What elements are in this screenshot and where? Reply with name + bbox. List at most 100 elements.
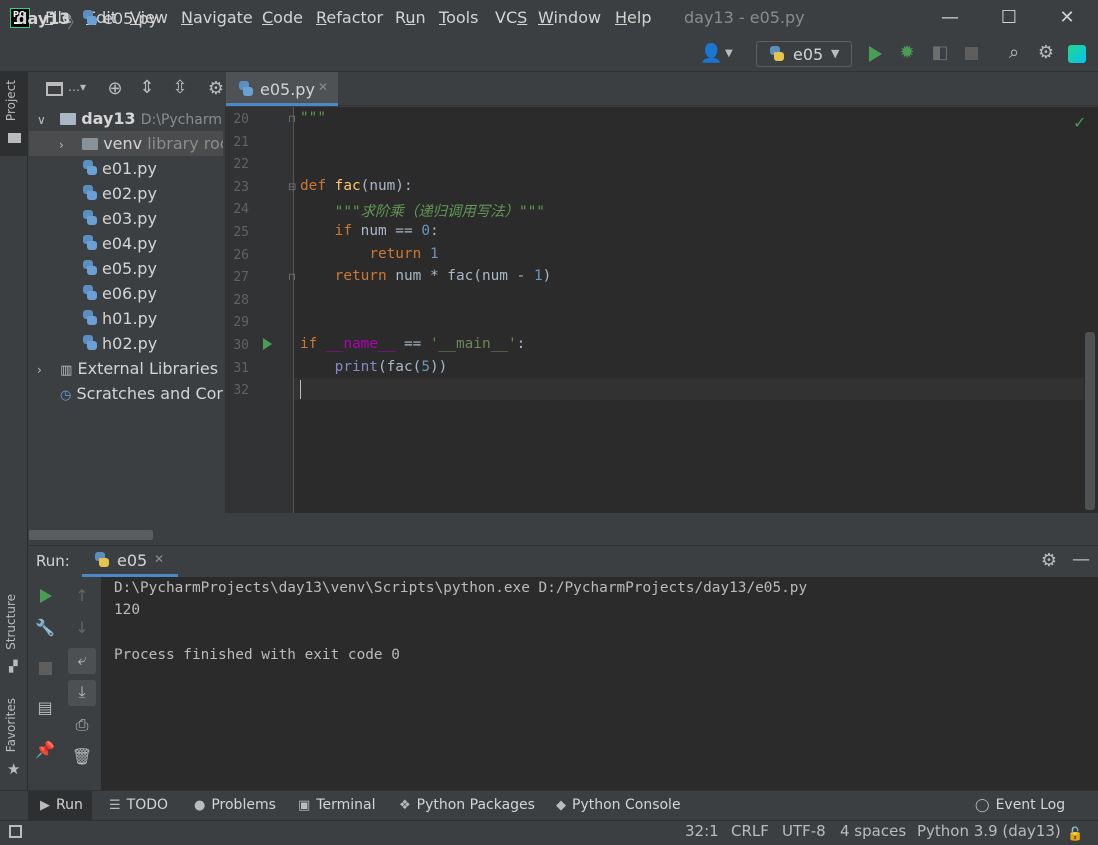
gear-icon[interactable]: ⚙ bbox=[1035, 42, 1057, 63]
arrow-up-icon[interactable]: ↑ bbox=[71, 586, 93, 605]
user-chevron-down-icon[interactable]: ▼ bbox=[725, 48, 733, 59]
rerun-icon[interactable] bbox=[40, 589, 52, 603]
fold-icon[interactable]: ⊟ bbox=[288, 182, 296, 193]
editor-tab-e05[interactable]: e05.py ✕ bbox=[226, 72, 338, 106]
line-number: 20 bbox=[233, 112, 249, 127]
structure-tool-label[interactable]: Structure bbox=[4, 594, 18, 650]
status-caret-position[interactable]: 32:1 bbox=[685, 822, 719, 840]
bottom-tab-problems-label: Problems bbox=[211, 797, 276, 813]
expand-all-icon[interactable]: ⇕ bbox=[136, 77, 158, 98]
maximize-icon[interactable]: ☐ bbox=[997, 6, 1021, 30]
menu-tools[interactable]: Tools bbox=[439, 8, 478, 27]
status-indent[interactable]: 4 spaces bbox=[840, 822, 906, 840]
menu-refactor[interactable]: Refactor bbox=[316, 8, 383, 27]
inspection-ok-icon[interactable]: ✓ bbox=[1073, 113, 1086, 132]
tab-close-icon[interactable]: ✕ bbox=[318, 80, 328, 94]
gear-icon[interactable]: ⚙ bbox=[1038, 550, 1060, 571]
locate-file-icon[interactable]: ⊕ bbox=[104, 78, 126, 99]
tree-row-file[interactable]: e04.py bbox=[29, 231, 223, 256]
bottom-tab-python-console[interactable]: ◆ Python Console bbox=[556, 797, 681, 813]
run-gutter-icon[interactable] bbox=[263, 338, 272, 350]
fold-icon[interactable]: ⊓ bbox=[288, 272, 296, 283]
python-console-icon: ◆ bbox=[556, 798, 566, 813]
status-encoding[interactable]: UTF-8 bbox=[782, 822, 826, 840]
tree-row-file[interactable]: e02.py bbox=[29, 181, 223, 206]
left-tool-strip bbox=[0, 72, 28, 790]
lock-icon[interactable]: 🔓 bbox=[1067, 827, 1083, 842]
layout-icon[interactable]: ▤ bbox=[34, 698, 56, 717]
tree-row-root[interactable]: ∨ day13 D:\PycharmProjects\day13 bbox=[29, 106, 223, 131]
pin-icon[interactable]: 📌 bbox=[34, 740, 56, 759]
run-config-select[interactable]: e05 ▼ bbox=[756, 41, 852, 67]
close-icon[interactable]: ✕ bbox=[1055, 6, 1079, 30]
breadcrumb-file[interactable]: e05.py bbox=[82, 9, 158, 28]
tree-row-file[interactable]: e01.py bbox=[29, 156, 223, 181]
bottom-tab-event-log[interactable]: ◯ Event Log bbox=[975, 797, 1065, 813]
tree-row-venv[interactable]: › venv library root bbox=[29, 131, 223, 156]
print-icon[interactable]: ⎙ bbox=[71, 715, 93, 735]
view-mode-icon[interactable] bbox=[46, 82, 63, 96]
coverage-icon[interactable]: ◧ bbox=[929, 42, 951, 63]
folder-icon bbox=[60, 113, 77, 125]
tree-row-file[interactable]: e03.py bbox=[29, 206, 223, 231]
menu-code[interactable]: Code bbox=[262, 8, 303, 27]
bottom-tab-run[interactable]: ▶ Run bbox=[40, 797, 83, 813]
arrow-down-icon[interactable]: ↓ bbox=[71, 618, 93, 637]
favorites-tool-label[interactable]: Favorites bbox=[4, 698, 18, 752]
chevron-right-icon: › bbox=[37, 363, 42, 377]
jetbrains-toolbox-icon[interactable] bbox=[1068, 45, 1086, 63]
minimize-icon[interactable]: — bbox=[938, 6, 962, 30]
user-icon[interactable]: 👤 bbox=[700, 43, 722, 64]
tree-row-file[interactable]: h01.py bbox=[29, 306, 223, 331]
bottom-tab-problems[interactable]: ● Problems bbox=[194, 797, 276, 813]
project-horizontal-scrollbar[interactable] bbox=[29, 530, 153, 540]
tab-close-icon[interactable]: ✕ bbox=[154, 552, 164, 566]
bottom-tab-python-packages[interactable]: ❖ Python Packages bbox=[399, 797, 535, 813]
file-label: h02.py bbox=[102, 334, 158, 353]
tree-row-file[interactable]: h02.py bbox=[29, 331, 223, 356]
menu-window[interactable]: Window bbox=[538, 8, 601, 27]
file-label: e02.py bbox=[102, 184, 157, 203]
terminal-icon: ▣ bbox=[298, 798, 311, 813]
project-tool-label[interactable]: Project bbox=[4, 80, 18, 121]
breadcrumb-file-label: e05.py bbox=[103, 9, 159, 28]
search-icon[interactable]: ⌕ bbox=[1003, 42, 1025, 63]
breadcrumb-project[interactable]: day13 bbox=[16, 9, 70, 28]
scroll-to-end-icon[interactable]: ⤓ bbox=[71, 682, 93, 702]
bottom-tab-todo[interactable]: ☰ TODO bbox=[109, 797, 168, 813]
tree-row-scratches[interactable]: ◷ Scratches and Consoles bbox=[29, 381, 223, 406]
editor-vertical-scrollbar[interactable] bbox=[1085, 332, 1095, 510]
debug-icon[interactable]: ✹ bbox=[896, 42, 918, 63]
code-line: def fac(num): bbox=[300, 177, 413, 194]
menu-help[interactable]: Help bbox=[615, 8, 651, 27]
menu-navigate[interactable]: Navigate bbox=[181, 8, 253, 27]
view-mode-chevron-icon[interactable]: …▾ bbox=[68, 80, 86, 94]
fold-icon[interactable]: ⊓ bbox=[288, 114, 296, 125]
toggle-tool-windows-icon[interactable] bbox=[9, 825, 22, 838]
soft-wrap-icon[interactable]: ⤶ bbox=[71, 650, 93, 670]
bottom-tab-terminal[interactable]: ▣ Terminal bbox=[298, 797, 375, 813]
wrench-icon[interactable]: 🔧 bbox=[34, 618, 56, 637]
packages-icon: ❖ bbox=[399, 798, 411, 813]
run-tab-e05[interactable]: e05 ✕ bbox=[82, 545, 178, 577]
collapse-all-icon[interactable]: ⇳ bbox=[169, 77, 191, 98]
scratches-label: Scratches and Consoles bbox=[76, 384, 223, 403]
hide-panel-icon[interactable]: — bbox=[1070, 549, 1092, 570]
tree-row-external-libraries[interactable]: › ▥ External Libraries bbox=[29, 356, 223, 381]
tree-row-file[interactable]: e05.py bbox=[29, 256, 223, 281]
menu-run[interactable]: Run bbox=[395, 8, 426, 27]
console-output[interactable] bbox=[101, 577, 1098, 790]
trash-icon[interactable]: 🗑 bbox=[71, 747, 93, 766]
run-icon[interactable] bbox=[869, 46, 882, 62]
code-editor[interactable] bbox=[294, 107, 1098, 513]
console-line-command: D:\PycharmProjects\day13\venv\Scripts\py… bbox=[114, 580, 808, 596]
gear-icon[interactable]: ⚙ bbox=[207, 78, 225, 99]
status-line-separator[interactable]: CRLF bbox=[731, 822, 769, 840]
line-number: 29 bbox=[233, 315, 249, 331]
status-interpreter[interactable]: Python 3.9 (day13) bbox=[917, 822, 1061, 840]
stop-icon[interactable] bbox=[39, 662, 52, 675]
stop-icon[interactable] bbox=[965, 47, 978, 60]
star-icon[interactable]: ★ bbox=[7, 760, 20, 778]
menu-vcs[interactable]: VCS bbox=[495, 8, 527, 27]
tree-row-file[interactable]: e06.py bbox=[29, 281, 223, 306]
